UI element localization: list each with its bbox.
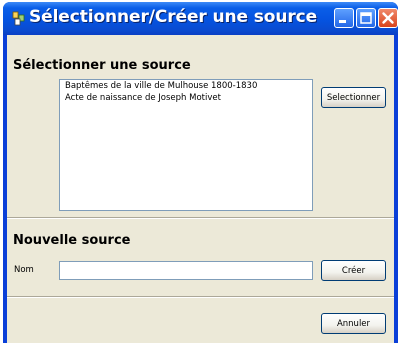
list-item[interactable]: Acte de naissance de Joseph Motivet — [60, 92, 312, 104]
create-button[interactable]: Créer — [321, 260, 386, 281]
dialog-window: Sélectionner/Créer une source Sélectionn… — [3, 2, 398, 343]
app-icon — [12, 11, 25, 26]
window-title: Sélectionner/Créer une source — [29, 7, 318, 27]
list-item[interactable]: Baptêmes de la ville de Mulhouse 1800-18… — [60, 80, 312, 92]
cancel-button[interactable]: Annuler — [321, 313, 386, 334]
title-bar[interactable]: Sélectionner/Créer une source — [3, 2, 398, 35]
dialog-body: Sélectionner une source Baptêmes de la v… — [7, 35, 394, 343]
separator — [7, 296, 394, 298]
source-listbox[interactable]: Baptêmes de la ville de Mulhouse 1800-18… — [59, 79, 313, 211]
close-button[interactable] — [378, 8, 398, 28]
name-label: Nom — [14, 265, 34, 275]
maximize-button[interactable] — [356, 8, 376, 28]
select-button[interactable]: Selectionner — [321, 87, 386, 108]
select-section-heading: Sélectionner une source — [13, 58, 191, 73]
minimize-button[interactable] — [334, 8, 354, 28]
separator — [7, 217, 394, 219]
close-icon — [382, 12, 394, 24]
name-input[interactable] — [59, 261, 313, 280]
minimize-icon — [339, 20, 346, 23]
maximize-icon — [360, 12, 372, 24]
new-section-heading: Nouvelle source — [13, 233, 131, 248]
